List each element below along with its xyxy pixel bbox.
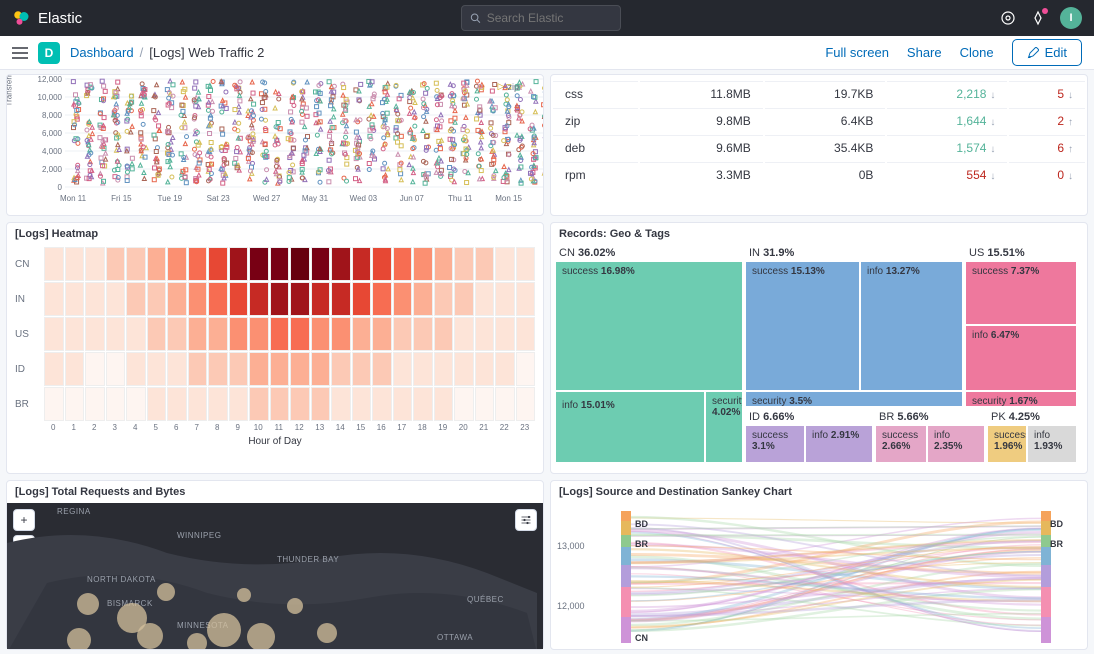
treemap-chart[interactable]: CN 36.02%success 16.98%info 15.01%securi… (555, 245, 1083, 465)
svg-text:Tue 19: Tue 19 (157, 194, 182, 203)
treemap-country-BR[interactable]: BR 5.66%success 2.66%info 2.35% (875, 409, 985, 463)
newsfeed-icon[interactable] (1000, 10, 1016, 26)
breadcrumb: Dashboard / [Logs] Web Traffic 2 (70, 45, 264, 60)
extension-table: css 11.8MB 19.7KB 2,218↓ 5↓ zip 9.8MB 6.… (551, 79, 1087, 189)
svg-text:10,000: 10,000 (38, 93, 63, 102)
menu-toggle-icon[interactable] (12, 46, 28, 60)
svg-text:12,000: 12,000 (38, 75, 63, 84)
svg-text:6,000: 6,000 (42, 129, 63, 138)
map-canvas[interactable]: + − REGINAWINNIPEGTHUNDER BAYNORTH DAKOT… (7, 503, 543, 649)
panel-heatmap: [Logs] Heatmap CNINUSIDBR 01234567891011… (6, 222, 544, 474)
user-avatar[interactable]: I (1060, 7, 1082, 29)
table-row[interactable]: css 11.8MB 19.7KB 2,218↓ 5↓ (553, 81, 1085, 106)
svg-text:Jun 07: Jun 07 (400, 194, 425, 203)
brand-name: Elastic (38, 10, 82, 27)
panel-transferred-bytes: Transferred byt ▷zip 12,000 10,000 8,000 6,… (6, 74, 544, 216)
table-row[interactable]: rpm 3.3MB 0B 554↓ 0↓ (553, 162, 1085, 187)
treemap-country-ID[interactable]: ID 6.66%success 3.1%info 2.91% (745, 409, 873, 463)
share-link[interactable]: Share (907, 45, 942, 60)
heatmap-chart[interactable]: CNINUSIDBR (15, 247, 535, 421)
panel-extension-table: css 11.8MB 19.7KB 2,218↓ 5↓ zip 9.8MB 6.… (550, 74, 1088, 216)
header-bar: D Dashboard / [Logs] Web Traffic 2 Full … (0, 36, 1094, 70)
edit-button[interactable]: Edit (1012, 39, 1082, 66)
y-axis-label: Transferred byt (6, 74, 14, 120)
app-badge: D (38, 42, 60, 64)
svg-text:Mon 11: Mon 11 (60, 194, 87, 203)
brand-logo[interactable]: Elastic (12, 9, 82, 27)
svg-text:Mon 15: Mon 15 (495, 194, 522, 203)
panel-requests-map: [Logs] Total Requests and Bytes + − REGI… (6, 480, 544, 650)
svg-text:8,000: 8,000 (42, 111, 63, 120)
svg-text:4,000: 4,000 (42, 147, 63, 156)
treemap-country-IN[interactable]: IN 31.9%success 15.13%info 13.27%securit… (745, 245, 963, 407)
search-icon (470, 12, 481, 24)
svg-text:0: 0 (58, 183, 63, 192)
pencil-icon (1027, 47, 1039, 59)
svg-text:Fri 15: Fri 15 (111, 194, 132, 203)
svg-text:Thu 11: Thu 11 (448, 194, 473, 203)
treemap-country-US[interactable]: US 15.51%success 7.37%info 6.47%security… (965, 245, 1077, 407)
breadcrumb-app[interactable]: Dashboard (70, 45, 134, 60)
sankey-chart[interactable]: 13,000 12,000 BD BR CN BD BR (551, 503, 1087, 649)
top-nav: Elastic I (0, 0, 1094, 36)
table-row[interactable]: deb 9.6MB 35.4KB 1,574↓ 6↑ (553, 135, 1085, 160)
panel-sankey: [Logs] Source and Destination Sankey Cha… (550, 480, 1088, 650)
legend-item-zip[interactable]: ▷zip (498, 81, 519, 92)
global-search[interactable] (461, 5, 621, 31)
elastic-logo-icon (12, 9, 30, 27)
clone-link[interactable]: Clone (960, 45, 994, 60)
table-row[interactable]: zip 9.8MB 6.4KB 1,644↓ 2↑ (553, 108, 1085, 133)
treemap-country-CN[interactable]: CN 36.02%success 16.98%info 15.01%securi… (555, 245, 743, 463)
treemap-country-PK[interactable]: PK 4.25%success 1.96%info 1.93% (987, 409, 1077, 463)
bytes-scatter-chart[interactable]: 12,000 10,000 8,000 6,000 4,000 2,000 0 Mon 11 F… (35, 75, 544, 205)
svg-text:Wed 27: Wed 27 (253, 194, 281, 203)
svg-text:2,000: 2,000 (42, 165, 63, 174)
panel-treemap: Records: Geo & Tags CN 36.02%success 16.… (550, 222, 1088, 474)
svg-text:Sat 23: Sat 23 (207, 194, 231, 203)
setup-icon[interactable] (1030, 10, 1046, 26)
search-input[interactable] (487, 11, 612, 25)
svg-text:May 31: May 31 (302, 194, 329, 203)
svg-text:Wed 03: Wed 03 (350, 194, 378, 203)
breadcrumb-current: [Logs] Web Traffic 2 (149, 45, 264, 60)
full-screen-link[interactable]: Full screen (825, 45, 889, 60)
